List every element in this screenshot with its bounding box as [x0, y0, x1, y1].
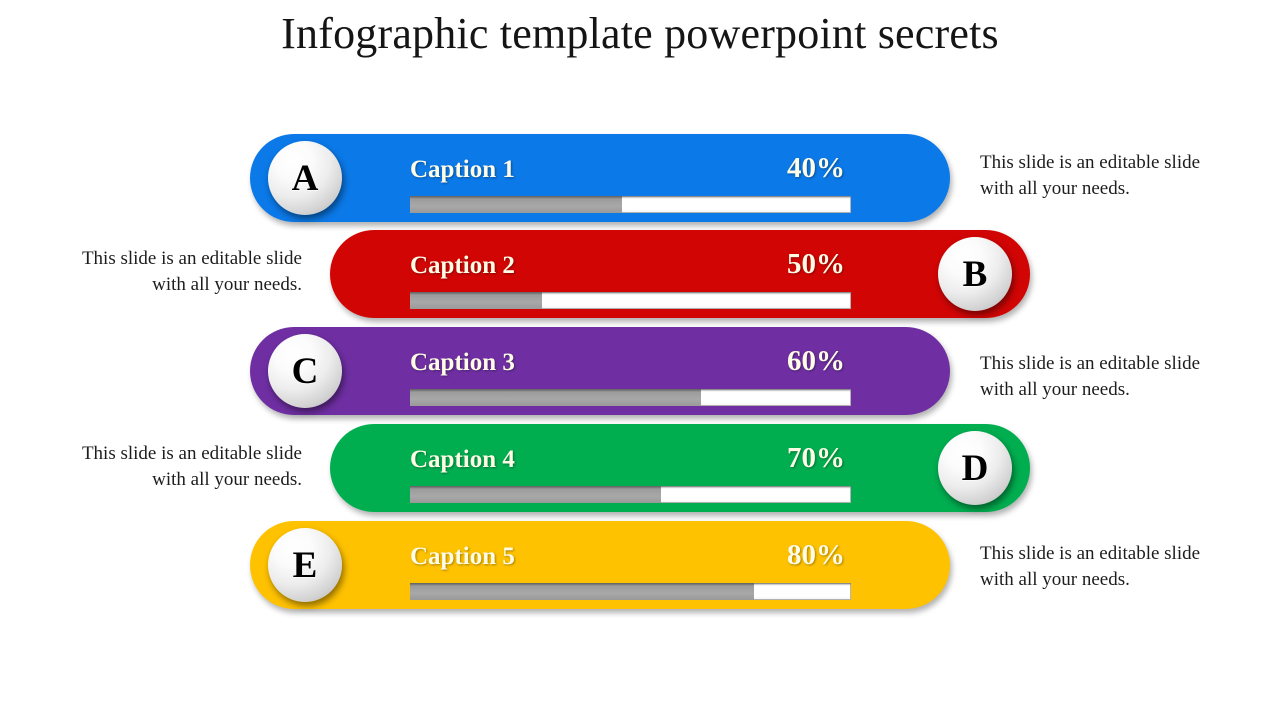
row-caption: Caption 1	[410, 156, 515, 183]
progress-fill	[410, 583, 754, 600]
row-badge-label: C	[291, 350, 319, 392]
infographic-row[interactable]: A Caption 1 40%	[250, 134, 950, 222]
row-badge-label: A	[291, 157, 319, 199]
slide-canvas: Infographic template powerpoint secrets …	[0, 0, 1280, 720]
infographic-row[interactable]: E Caption 5 80%	[250, 521, 950, 609]
row-badge[interactable]: D	[938, 431, 1012, 505]
progress-track[interactable]	[410, 583, 851, 600]
row-percent-label: 60%	[787, 345, 845, 377]
infographic-row[interactable]: C Caption 3 60%	[250, 327, 950, 415]
progress-fill	[410, 389, 702, 406]
row-content: Caption 3 60%	[410, 327, 851, 415]
progress-fill	[410, 486, 662, 503]
row-badge[interactable]: A	[268, 141, 342, 215]
row-badge-label: B	[962, 253, 988, 295]
row-caption: Caption 2	[410, 252, 515, 279]
row-caption: Caption 3	[410, 349, 515, 376]
row-badge[interactable]: C	[268, 334, 342, 408]
row-caption: Caption 5	[410, 543, 515, 570]
row-note: This slide is an editable slide with all…	[980, 353, 1201, 400]
row-note: This slide is an editable slide with all…	[81, 248, 302, 295]
row-percent-label: 80%	[787, 539, 845, 571]
progress-track[interactable]	[410, 196, 851, 213]
page-title: Infographic template powerpoint secrets	[281, 9, 999, 58]
progress-track[interactable]	[410, 389, 851, 406]
row-badge-label: D	[961, 447, 989, 489]
row-percent-label: 40%	[787, 152, 845, 184]
row-badge[interactable]: E	[268, 528, 342, 602]
row-content: Caption 2 50%	[410, 230, 851, 318]
progress-track[interactable]	[410, 292, 851, 309]
infographic-row[interactable]: B Caption 2 50%	[330, 230, 1030, 318]
row-note: This slide is an editable slide with all…	[980, 152, 1201, 199]
row-note: This slide is an editable slide with all…	[81, 443, 302, 490]
row-content: Caption 5 80%	[410, 521, 851, 609]
row-badge-label: E	[292, 544, 318, 586]
row-caption: Caption 4	[410, 446, 515, 473]
progress-fill	[410, 196, 622, 213]
progress-fill	[410, 292, 543, 309]
row-percent-label: 50%	[787, 248, 845, 280]
row-percent-label: 70%	[787, 442, 845, 474]
infographic-row[interactable]: D Caption 4 70%	[330, 424, 1030, 512]
row-badge[interactable]: B	[938, 237, 1012, 311]
progress-track[interactable]	[410, 486, 851, 503]
row-content: Caption 4 70%	[410, 424, 851, 512]
row-note: This slide is an editable slide with all…	[980, 543, 1201, 590]
row-content: Caption 1 40%	[410, 134, 851, 222]
